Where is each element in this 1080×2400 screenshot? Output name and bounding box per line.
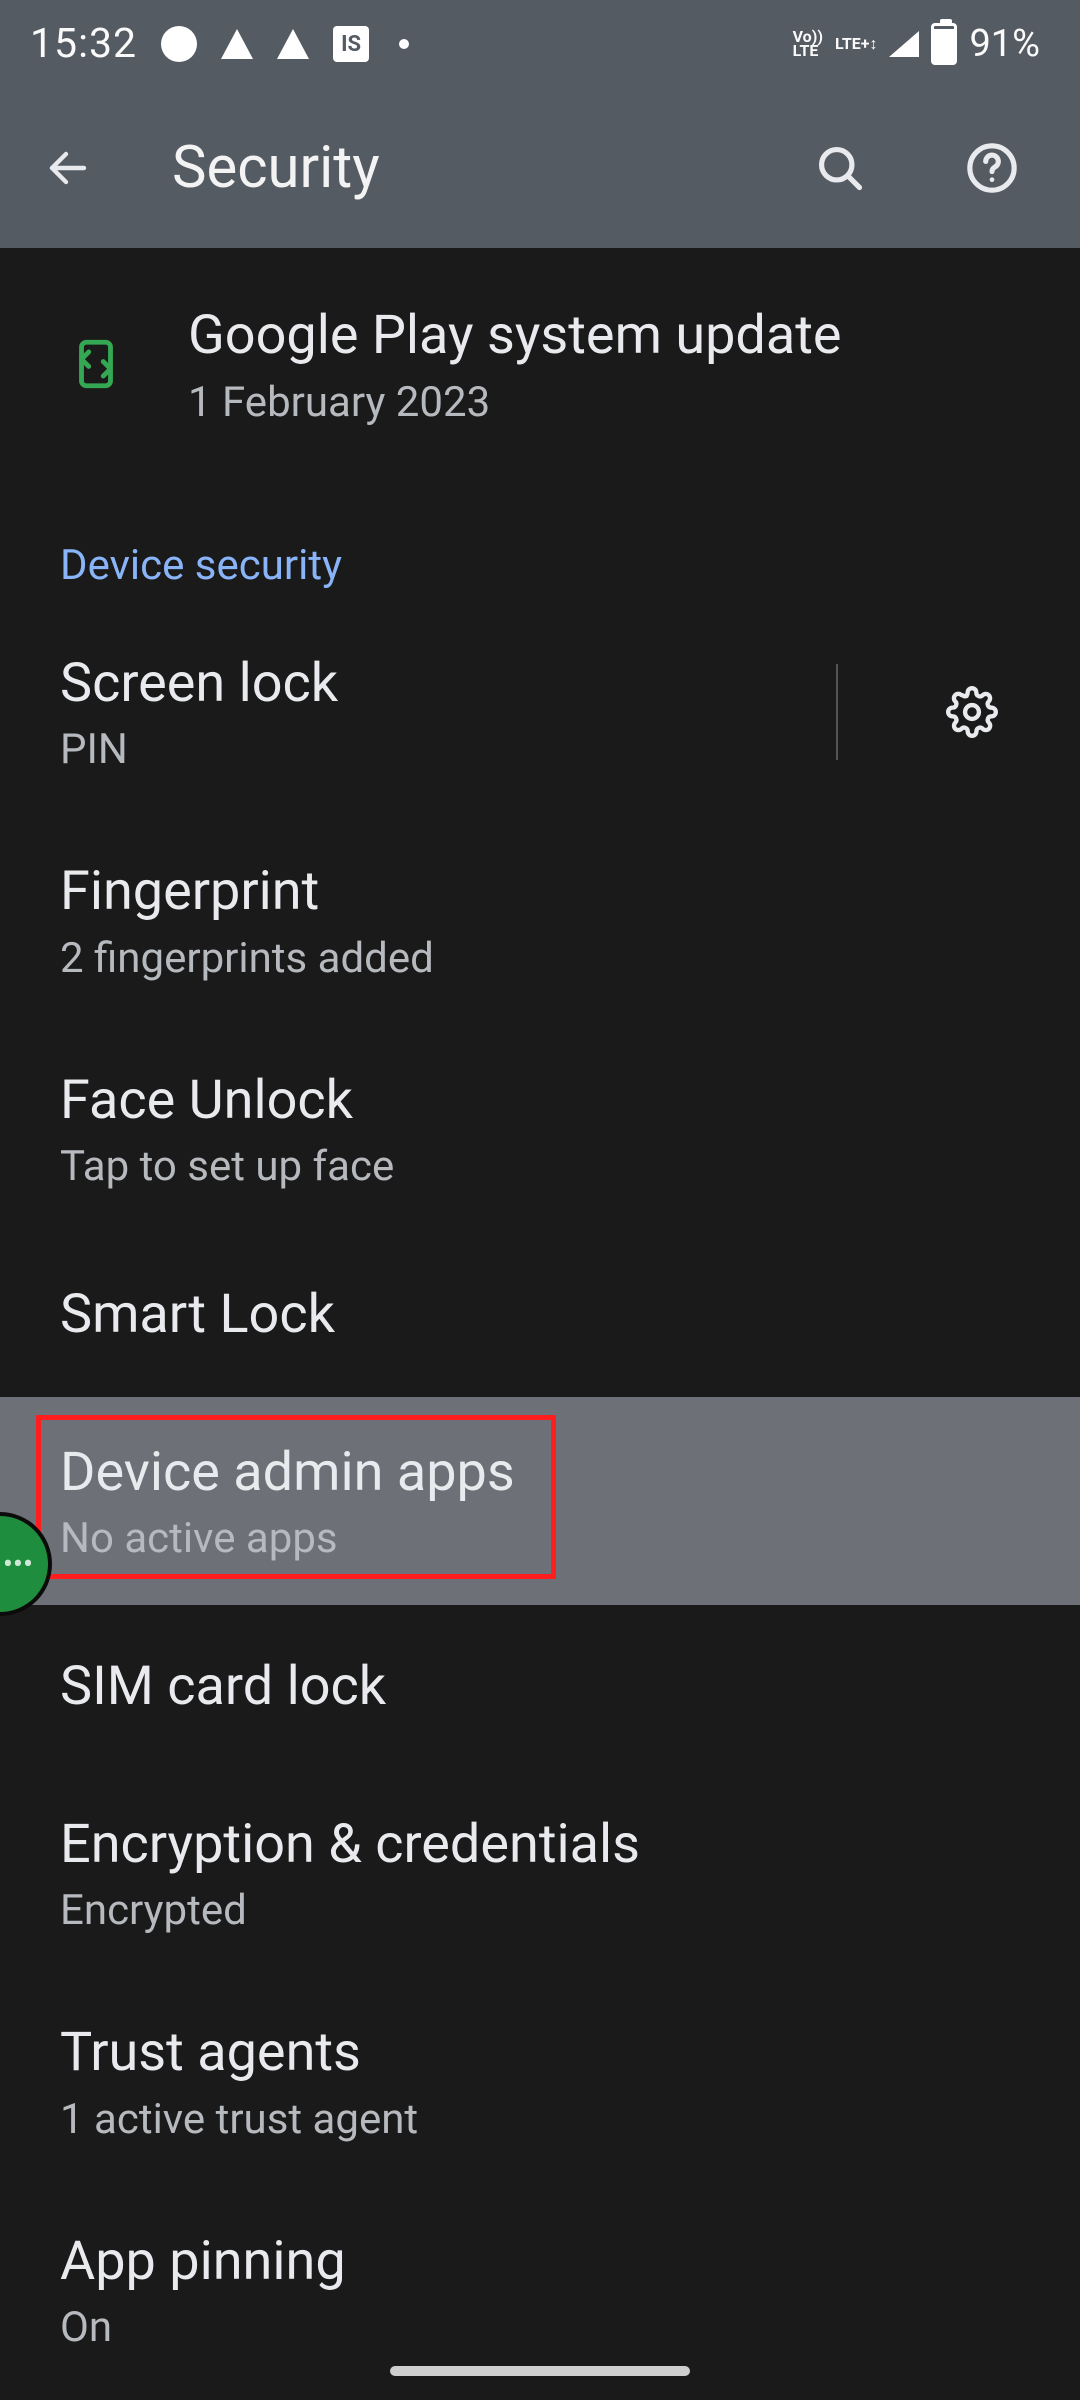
lte-plus-icon: LTE+↕ bbox=[835, 37, 878, 51]
app-pinning-item[interactable]: App pinning On bbox=[0, 2186, 1080, 2395]
pref-title: App pinning bbox=[60, 2228, 1020, 2296]
screen-lock-settings-button[interactable] bbox=[924, 664, 1020, 760]
more-notifications-dot-icon bbox=[399, 39, 409, 49]
is-app-icon: IS bbox=[333, 26, 369, 62]
send-app-icon-2 bbox=[277, 29, 309, 59]
back-button[interactable] bbox=[20, 120, 116, 216]
send-app-icon bbox=[221, 29, 253, 59]
pref-summary: 1 active trust agent bbox=[60, 2095, 1020, 2144]
play-update-icon bbox=[60, 335, 132, 393]
app-bar: Security bbox=[0, 88, 1080, 248]
pref-summary: Encrypted bbox=[60, 1886, 1020, 1935]
status-left: 15:32 IS bbox=[30, 20, 409, 68]
status-time: 15:32 bbox=[30, 20, 137, 68]
pref-summary: PIN bbox=[60, 725, 780, 774]
help-button[interactable] bbox=[944, 120, 1040, 216]
pref-title: Device admin apps bbox=[60, 1439, 1020, 1507]
battery-icon bbox=[931, 23, 957, 65]
pref-summary: On bbox=[60, 2303, 1020, 2352]
search-button[interactable] bbox=[792, 120, 888, 216]
fingerprint-item[interactable]: Fingerprint 2 fingerprints added bbox=[0, 816, 1080, 1025]
device-admin-apps-item[interactable]: Device admin apps No active apps bbox=[0, 1397, 1080, 1606]
pref-title: Encryption & credentials bbox=[60, 1811, 1020, 1879]
pref-title: Smart Lock bbox=[60, 1281, 1020, 1349]
face-unlock-item[interactable]: Face Unlock Tap to set up face bbox=[0, 1025, 1080, 1234]
gesture-nav-handle[interactable] bbox=[390, 2366, 690, 2376]
pref-title: Trust agents bbox=[60, 2019, 1020, 2087]
gear-icon bbox=[946, 686, 998, 738]
pref-summary: Tap to set up face bbox=[60, 1142, 1020, 1191]
notification-dot-icon bbox=[161, 26, 197, 62]
pref-title: Face Unlock bbox=[60, 1067, 1020, 1135]
settings-content: Google Play system update 1 February 202… bbox=[0, 248, 1080, 2394]
help-circle-icon bbox=[964, 140, 1020, 196]
battery-percent: 91% bbox=[969, 22, 1040, 66]
screen-lock-item[interactable]: Screen lock PIN bbox=[0, 608, 1080, 817]
pref-title: Fingerprint bbox=[60, 858, 1020, 926]
pref-summary: 2 fingerprints added bbox=[60, 934, 1020, 983]
trust-agents-item[interactable]: Trust agents 1 active trust agent bbox=[0, 1977, 1080, 2186]
cell-signal-icon bbox=[889, 31, 919, 57]
arrow-left-icon bbox=[44, 144, 92, 192]
pref-summary: 1 February 2023 bbox=[188, 378, 1020, 427]
search-icon bbox=[814, 142, 866, 194]
status-right: Vo)) LTE LTE+↕ 91% bbox=[793, 22, 1040, 66]
status-bar: 15:32 IS Vo)) LTE LTE+↕ 91% bbox=[0, 0, 1080, 88]
encryption-credentials-item[interactable]: Encryption & credentials Encrypted bbox=[0, 1769, 1080, 1978]
pref-title: SIM card lock bbox=[60, 1653, 1020, 1721]
divider bbox=[836, 664, 838, 760]
section-header-device-security: Device security bbox=[0, 471, 1080, 608]
pref-title: Google Play system update bbox=[188, 302, 1020, 370]
pref-summary: No active apps bbox=[60, 1514, 1020, 1563]
pref-title: Screen lock bbox=[60, 650, 780, 718]
volte-icon: Vo)) LTE bbox=[793, 30, 823, 58]
smart-lock-item[interactable]: Smart Lock bbox=[0, 1233, 1080, 1397]
more-dots-icon: ••• bbox=[3, 1547, 33, 1582]
page-title: Security bbox=[172, 134, 380, 202]
play-system-update-item[interactable]: Google Play system update 1 February 202… bbox=[0, 258, 1080, 471]
sim-card-lock-item[interactable]: SIM card lock bbox=[0, 1605, 1080, 1769]
